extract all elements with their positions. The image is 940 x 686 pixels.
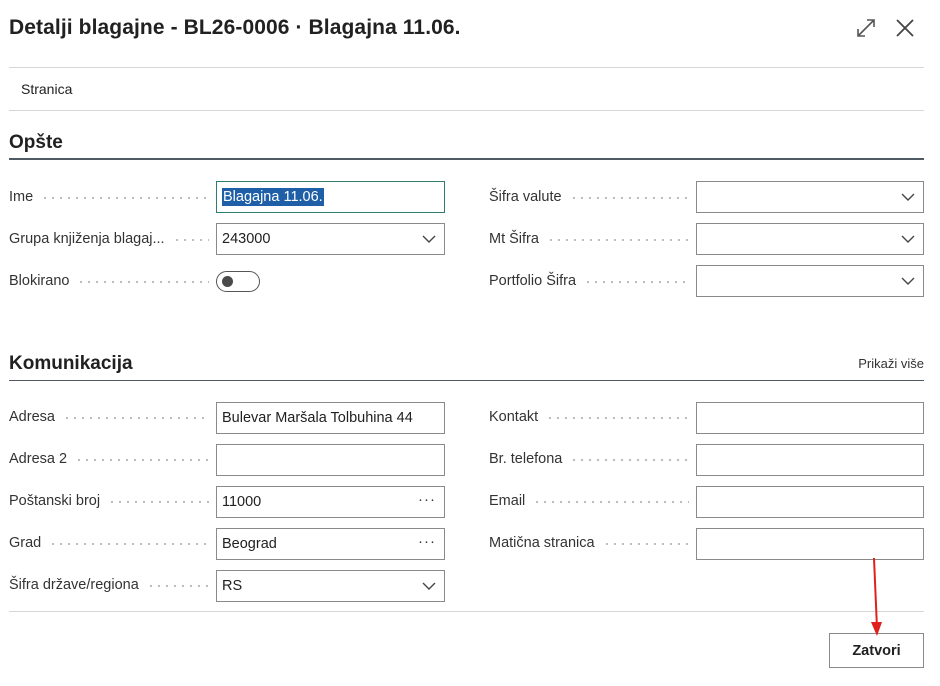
chevron-down-icon	[422, 582, 436, 590]
close-icon[interactable]	[893, 16, 917, 40]
city-value: Beograd	[222, 536, 277, 552]
toggle-knob	[222, 276, 233, 287]
name-field[interactable]: Blagajna 11.06.	[216, 181, 445, 213]
posting-group-label: Grupa knjiženja blagaj...	[9, 231, 209, 247]
email-label: Email	[489, 493, 689, 509]
chevron-down-icon	[901, 193, 915, 201]
footer-divider	[9, 611, 924, 612]
post-code-field[interactable]: 11000 ···	[216, 486, 445, 518]
mt-code-select[interactable]	[696, 223, 924, 255]
section-title-communication: Komunikacija	[9, 353, 133, 374]
section-divider-communication	[9, 380, 924, 381]
country-region-value: RS	[222, 578, 243, 594]
phone-label: Br. telefona	[489, 451, 689, 467]
address-field[interactable]: Bulevar Maršala Tolbuhina 44	[216, 402, 445, 434]
blocked-label: Blokirano	[9, 273, 209, 289]
post-code-value: 11000	[222, 494, 262, 510]
portfolio-code-select[interactable]	[696, 265, 924, 297]
posting-group-value: 243000	[222, 231, 271, 247]
address2-label: Adresa 2	[9, 451, 209, 467]
name-label: Ime	[9, 189, 209, 205]
annotation-arrow-icon	[871, 557, 882, 636]
expand-icon[interactable]	[855, 17, 877, 39]
menu-divider	[9, 110, 924, 111]
page-title: Detalji blagajne - BL26-0006 · Blagajna …	[9, 16, 461, 39]
portfolio-code-label: Portfolio Šifra	[489, 273, 689, 289]
lookup-ellipsis-icon[interactable]: ···	[418, 533, 436, 550]
address-label: Adresa	[9, 409, 209, 425]
contact-label: Kontakt	[489, 409, 689, 425]
home-page-label: Matična stranica	[489, 535, 689, 551]
chevron-down-icon	[422, 235, 436, 243]
currency-code-select[interactable]	[696, 181, 924, 213]
city-label: Grad	[9, 535, 209, 551]
post-code-label: Poštanski broj	[9, 493, 209, 509]
address2-field[interactable]	[216, 444, 445, 476]
city-field[interactable]: Beograd ···	[216, 528, 445, 560]
posting-group-select[interactable]: 243000	[216, 223, 445, 255]
section-title-general: Opšte	[9, 132, 63, 153]
section-divider-general	[9, 158, 924, 160]
show-more-link[interactable]: Prikaži više	[858, 356, 924, 371]
email-field[interactable]	[696, 486, 924, 518]
chevron-down-icon	[901, 235, 915, 243]
country-region-select[interactable]: RS	[216, 570, 445, 602]
address-value: Bulevar Maršala Tolbuhina 44	[222, 410, 413, 426]
mt-code-label: Mt Šifra	[489, 231, 689, 247]
phone-field[interactable]	[696, 444, 924, 476]
name-value: Blagajna 11.06.	[222, 188, 324, 206]
country-region-label: Šifra države/regiona	[9, 577, 209, 593]
header-divider	[9, 67, 924, 68]
menu-item-page[interactable]: Stranica	[21, 81, 72, 97]
currency-code-label: Šifra valute	[489, 189, 689, 205]
blocked-toggle[interactable]	[216, 271, 260, 292]
lookup-ellipsis-icon[interactable]: ···	[418, 491, 436, 508]
contact-field[interactable]	[696, 402, 924, 434]
chevron-down-icon	[901, 277, 915, 285]
